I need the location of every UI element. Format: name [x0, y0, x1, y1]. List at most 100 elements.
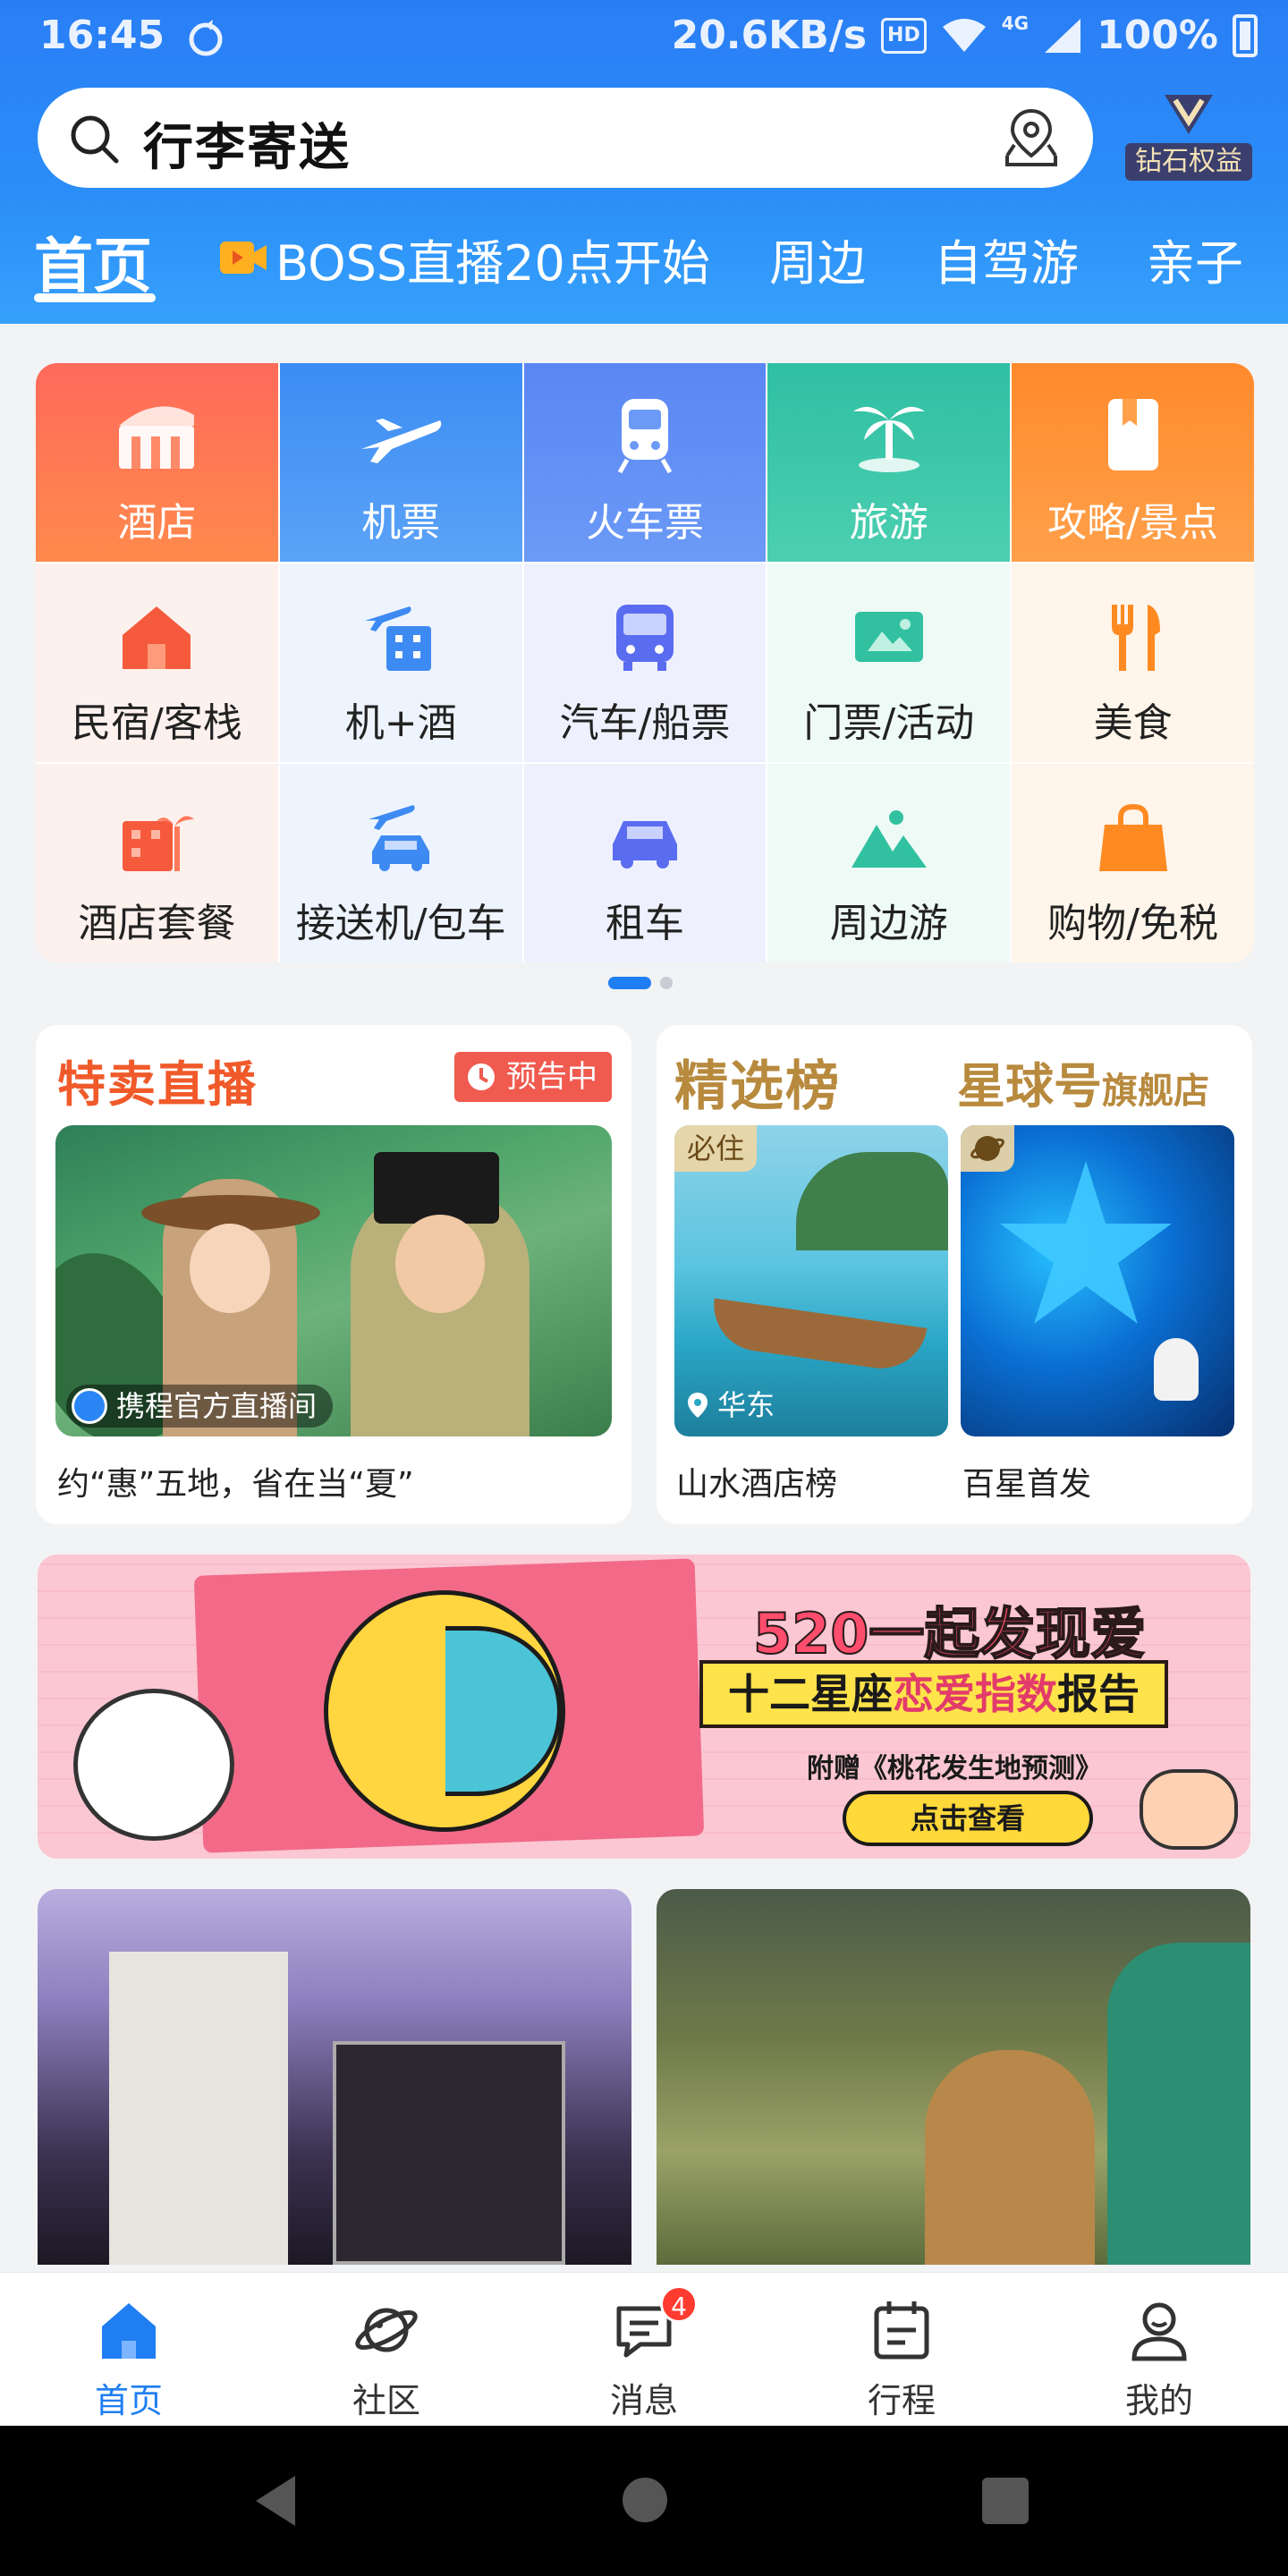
diamond-icon [1165, 95, 1213, 134]
home-button-icon[interactable] [623, 2478, 667, 2522]
live-channel-tag: 携程官方直播间 [66, 1385, 334, 1428]
grid-item-flight-hotel[interactable]: 机+酒 [279, 564, 524, 762]
rank-title: 精选榜 [674, 1055, 841, 1118]
clock-icon [468, 1063, 495, 1090]
nav-label: 首页 [94, 2381, 163, 2420]
grid-item-label: 机+酒 [344, 700, 457, 746]
page-indicator [608, 977, 673, 989]
system-navigation-bar [0, 2426, 1288, 2576]
tab-boss-live[interactable]: BOSS直播20点开始 [275, 224, 710, 294]
grid-item-label: 机票 [361, 500, 441, 546]
hotel-package-icon [123, 816, 195, 871]
nav-profile[interactable]: 我的 [1030, 2273, 1288, 2426]
cupid-illustration [73, 1689, 234, 1841]
grid-row-tertiary: 酒店套餐 接送机/包车 租车 周边游 购物/免税 [36, 764, 1254, 962]
hd-icon: HD [881, 17, 927, 54]
recent-apps-icon[interactable] [982, 2478, 1029, 2524]
grid-item-nearby-trip[interactable]: 周边游 [767, 764, 1013, 962]
grid-item-car-rental[interactable]: 租车 [523, 764, 768, 962]
tab-self-drive[interactable]: 自驾游 [934, 224, 1079, 294]
live-sale-title: 特卖直播 [57, 1056, 258, 1113]
plane-icon [361, 419, 442, 463]
banner-gift-text: 附赠《桃花发生地预测》 [807, 1753, 1102, 1784]
grid-item-tickets[interactable]: 门票/活动 [767, 564, 1013, 762]
grid-item-hotel-package[interactable]: 酒店套餐 [36, 764, 280, 962]
grid-item-label: 租车 [605, 901, 684, 946]
location-map-icon[interactable] [1002, 106, 1061, 170]
promo-banner-520[interactable]: 520一起发现爱 十二星座恋爱指数报告 附赠《桃花发生地预测》 点击查看 [38, 1555, 1250, 1859]
header: 16:45 20.6KB/s HD 4G 100% 行李寄送 钻石权益 首页 B… [0, 0, 1288, 324]
grid-item-label: 火车票 [585, 500, 704, 546]
diamond-benefits-button[interactable]: 钻石权益 [1122, 86, 1256, 191]
service-grid: 酒店 机票 火车票 旅游 攻略/景点 民宿/客栈 机+酒 汽车/船票 门票/活动… [36, 363, 1254, 962]
selection-rank-card[interactable]: 精选榜 星球号旗舰店 必住 华东 山水酒店榜 百星首发 [657, 1025, 1252, 1524]
tab-home[interactable]: 首页 [34, 218, 152, 304]
search-bar[interactable]: 行李寄送 [38, 88, 1093, 188]
flight-hotel-icon [365, 606, 432, 671]
banner-title: 520一起发现爱 [752, 1600, 1147, 1667]
nav-label: 我的 [1124, 2381, 1193, 2420]
nav-messages[interactable]: 4 消息 [515, 2273, 773, 2426]
banner-subtitle: 十二星座恋爱指数报告 [699, 1660, 1168, 1728]
feed-card[interactable] [657, 1889, 1250, 2265]
calendar-icon [874, 2301, 929, 2360]
live-stream-thumbnail[interactable]: 携程官方直播间 [55, 1125, 612, 1436]
grid-item-homestay[interactable]: 民宿/客栈 [36, 564, 280, 762]
home-icon [102, 2303, 156, 2359]
signal-icon [1045, 18, 1081, 53]
status-bar: 16:45 20.6KB/s HD 4G 100% [0, 0, 1288, 77]
live-sale-card[interactable]: 特卖直播 预告中 携程官方直播间 约“惠”五地，省在当“夏” [36, 1025, 631, 1524]
diamond-benefits-label: 钻石权益 [1125, 143, 1252, 181]
grid-item-bus-ship[interactable]: 汽车/船票 [523, 564, 768, 762]
airport-car-icon [369, 805, 430, 871]
heart-hand-illustration [1140, 1769, 1238, 1850]
search-icon [71, 115, 119, 164]
grid-item-airport-transfer[interactable]: 接送机/包车 [279, 764, 524, 962]
nav-community[interactable]: 社区 [258, 2273, 515, 2426]
grid-item-label: 攻略/景点 [1047, 500, 1218, 546]
star-debut-caption: 百星首发 [962, 1466, 1092, 1503]
feed-card[interactable] [38, 1889, 631, 2265]
grid-item-travel[interactable]: 旅游 [767, 363, 1013, 562]
tab-active-indicator [34, 293, 156, 302]
nav-label: 消息 [609, 2381, 678, 2420]
banner-subtitle-highlight: 恋爱指数 [893, 1670, 1057, 1718]
guide-book-icon [1107, 399, 1158, 470]
nav-home[interactable]: 首页 [0, 2273, 258, 2426]
grid-item-train[interactable]: 火车票 [523, 363, 768, 562]
planet-tag [961, 1125, 1014, 1172]
network-speed: 20.6KB/s [671, 13, 868, 58]
landscape-hotel-thumbnail[interactable]: 必住 华东 [674, 1125, 948, 1436]
grid-item-shopping[interactable]: 购物/免税 [1012, 764, 1254, 962]
grid-item-guide[interactable]: 攻略/景点 [1012, 363, 1254, 562]
grid-item-food[interactable]: 美食 [1012, 564, 1254, 762]
back-icon[interactable] [256, 2476, 295, 2526]
tab-family[interactable]: 亲子 [1147, 224, 1243, 294]
top-tabs: 首页 BOSS直播20点开始 周边 自驾游 亲子 [0, 211, 1288, 309]
landscape-hotel-caption: 山水酒店榜 [676, 1466, 838, 1503]
live-channel-name: 携程官方直播间 [116, 1389, 318, 1423]
location-pin-icon [688, 1393, 708, 1418]
app-notification-icon [189, 20, 223, 56]
live-caption: 约“惠”五地，省在当“夏” [57, 1466, 414, 1503]
must-stay-tag: 必住 [674, 1125, 758, 1172]
grid-item-label: 接送机/包车 [295, 901, 506, 946]
star-flagship-thumbnail[interactable] [961, 1125, 1234, 1436]
food-icon [1111, 605, 1160, 671]
banner-view-button[interactable]: 点击查看 [843, 1791, 1093, 1846]
location-tag: 华东 [687, 1383, 775, 1424]
preview-badge-label: 预告中 [506, 1059, 597, 1095]
ticket-icon [854, 612, 923, 662]
nav-itinerary[interactable]: 行程 [773, 2273, 1030, 2426]
grid-item-hotel[interactable]: 酒店 [36, 363, 280, 562]
grid-item-flight[interactable]: 机票 [279, 363, 524, 562]
tab-nearby[interactable]: 周边 [769, 224, 866, 294]
grid-row-main: 酒店 机票 火车票 旅游 攻略/景点 [36, 363, 1254, 562]
grid-item-label: 旅游 [849, 500, 928, 546]
battery-icon [1233, 13, 1258, 57]
car-rental-icon [612, 821, 677, 869]
grid-row-secondary: 民宿/客栈 机+酒 汽车/船票 门票/活动 美食 [36, 564, 1254, 762]
hotel-icon [119, 406, 195, 469]
flagship-title-main: 星球号 [957, 1058, 1102, 1114]
search-input[interactable]: 行李寄送 [143, 107, 351, 180]
